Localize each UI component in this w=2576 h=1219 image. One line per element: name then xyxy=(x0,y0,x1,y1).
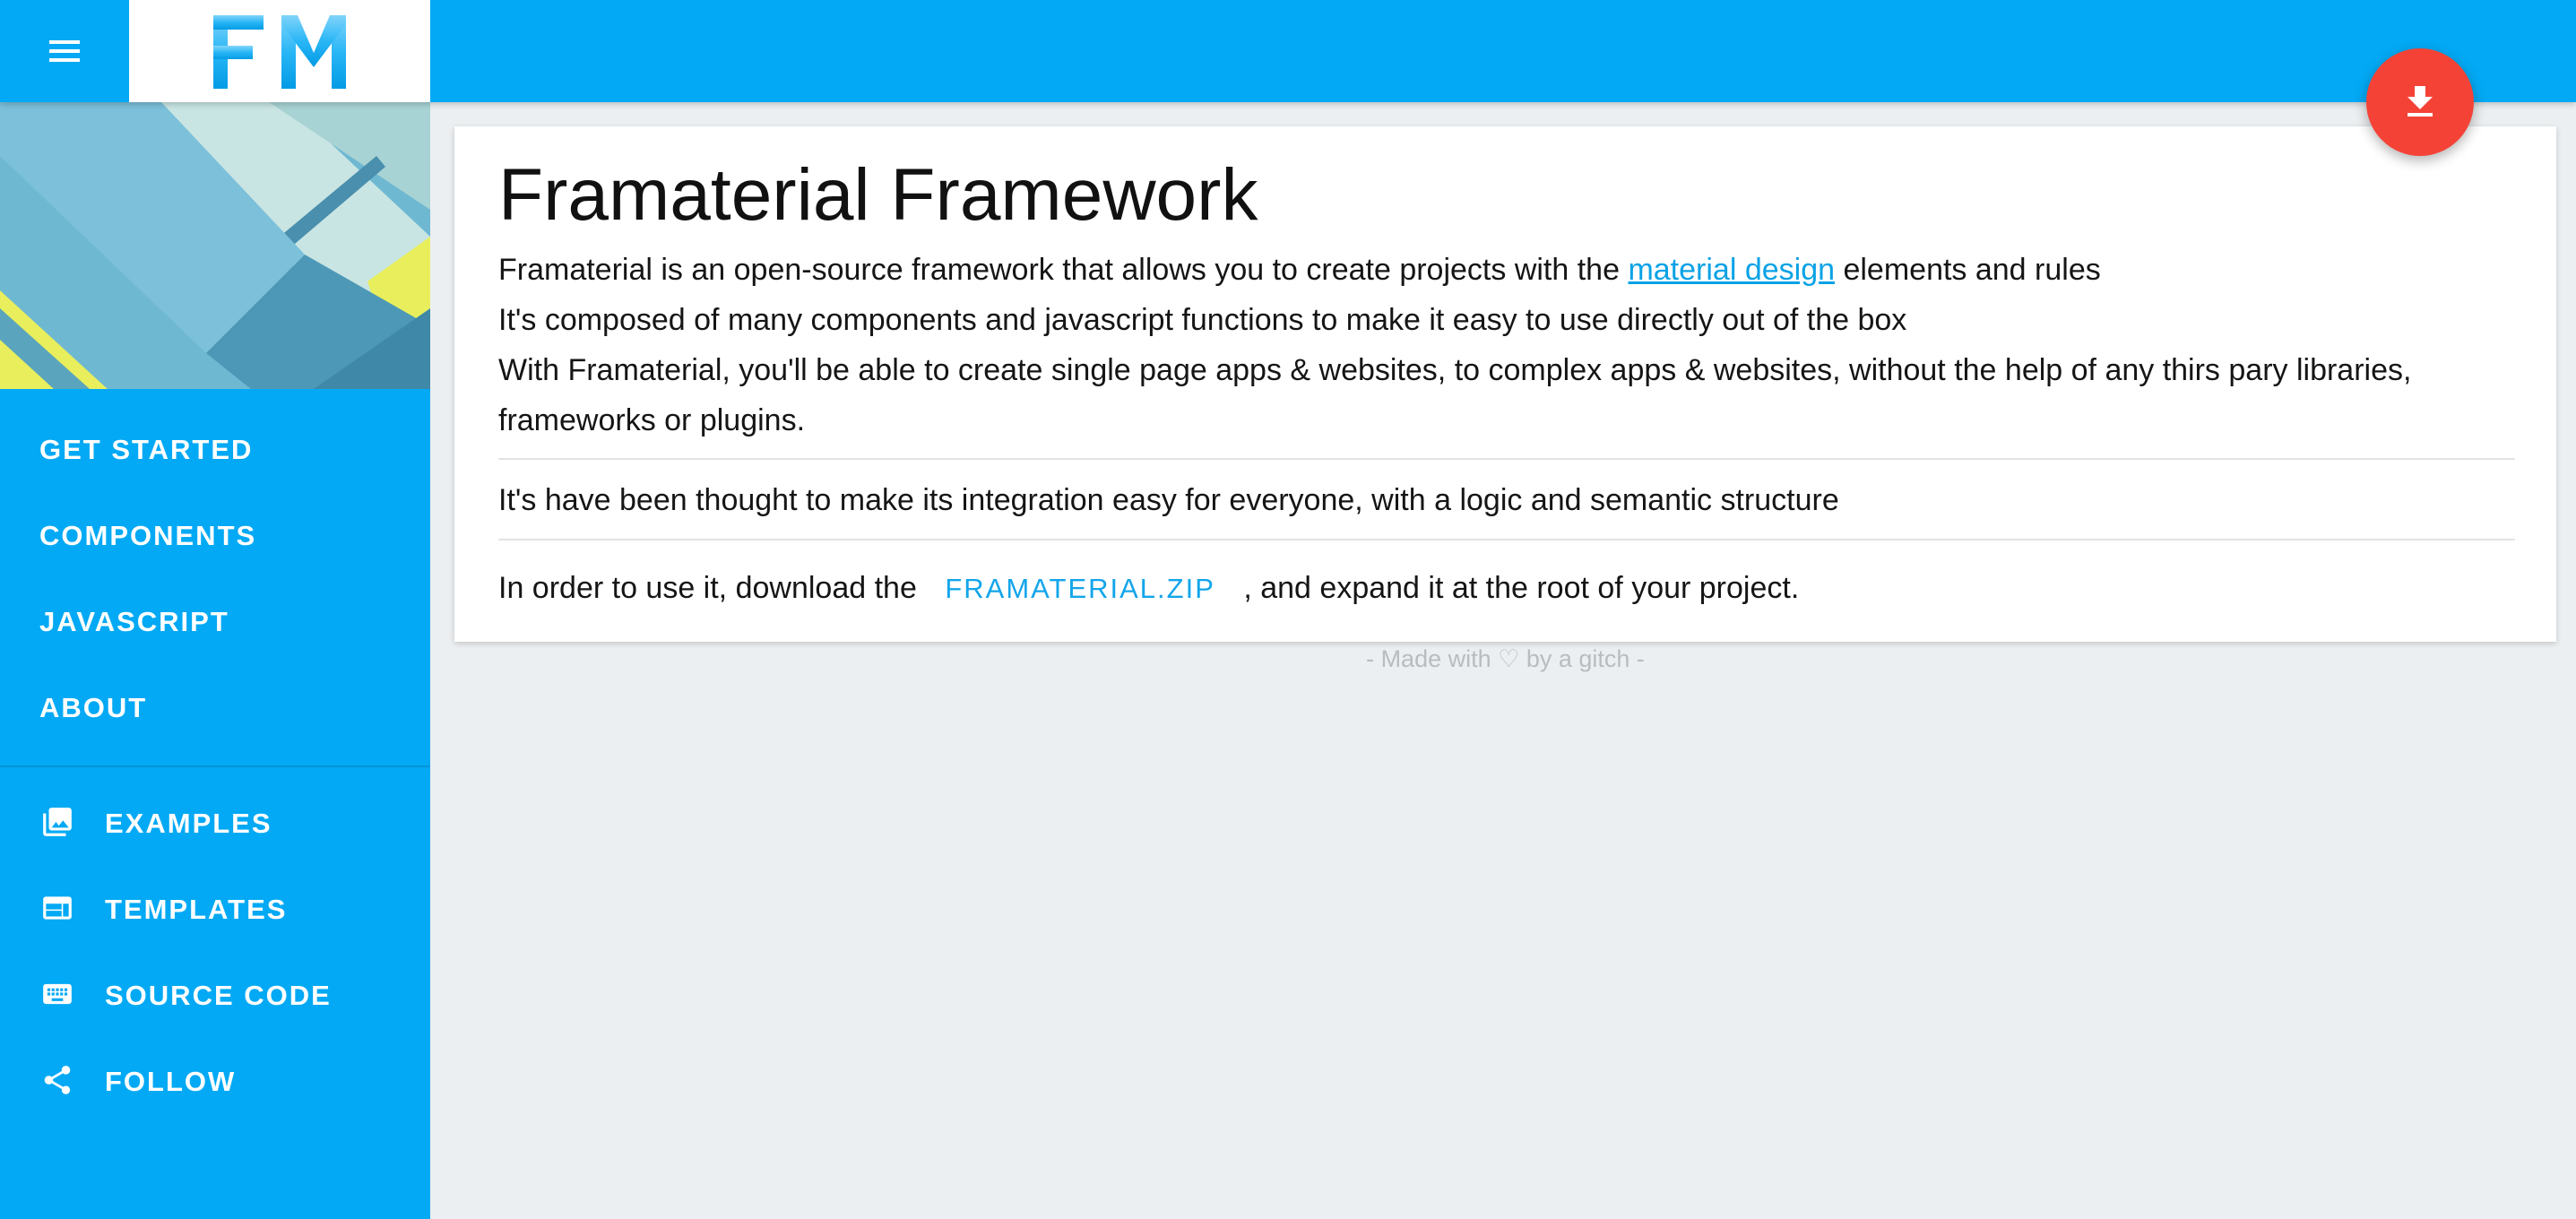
nav-item-label: JAVASCRIPT xyxy=(39,606,229,637)
download-paragraph: In order to use it, download the FRAMATE… xyxy=(498,563,2515,614)
nav-item-label: FOLLOW xyxy=(105,1066,237,1097)
share-icon xyxy=(39,1062,75,1098)
drawer-header-image xyxy=(0,102,430,389)
nav-item-source-code[interactable]: SOURCE CODE xyxy=(0,953,430,1039)
nav-item-label: EXAMPLES xyxy=(105,808,272,839)
material-design-link[interactable]: material design xyxy=(1628,253,1835,287)
download-text: In order to use it, download the xyxy=(498,571,926,605)
hamburger-menu-icon xyxy=(49,40,80,62)
section-divider xyxy=(498,539,2515,540)
footer-credit: - Made with ♡ by a gitch - xyxy=(1366,645,1645,672)
download-text-end: , and expand it at the root of your proj… xyxy=(1234,571,1800,605)
menu-button[interactable] xyxy=(0,0,129,102)
navigation-drawer: GET STARTED COMPONENTS JAVASCRIPT ABOUT … xyxy=(0,102,430,1219)
material-background-art xyxy=(0,102,430,389)
page-title: Framaterial Framework xyxy=(498,154,1258,236)
download-zip-button[interactable]: FRAMATERIAL.ZIP xyxy=(925,564,1235,614)
image-gallery-icon xyxy=(39,804,75,840)
intro-text-end: elements and rules xyxy=(1835,253,2101,287)
top-app-bar xyxy=(0,0,2576,102)
nav-item-label: ABOUT xyxy=(39,692,148,723)
fm-logo-mark xyxy=(213,15,346,89)
capabilities-paragraph: With Framaterial, you'll be able to crea… xyxy=(498,353,2412,437)
intro-text: Framaterial is an open-source framework … xyxy=(498,253,1629,287)
intro-paragraph: Framaterial is an open-source framework … xyxy=(498,245,2515,295)
nav-item-javascript[interactable]: JAVASCRIPT xyxy=(0,579,430,665)
nav-item-label: GET STARTED xyxy=(39,434,254,465)
section-divider xyxy=(498,458,2515,460)
nav-item-examples[interactable]: EXAMPLES xyxy=(0,781,430,867)
nav-item-about[interactable]: ABOUT xyxy=(0,665,430,751)
nav-item-label: COMPONENTS xyxy=(39,520,257,551)
keyboard-icon xyxy=(39,976,75,1012)
download-fab[interactable] xyxy=(2366,48,2474,156)
nav-item-follow[interactable]: FOLLOW xyxy=(0,1039,430,1125)
nav-item-components[interactable]: COMPONENTS xyxy=(0,493,430,579)
content-card: Framaterial Framework Framaterial is an … xyxy=(454,126,2556,642)
logo[interactable] xyxy=(129,0,430,102)
drawer-divider xyxy=(0,765,430,767)
download-icon xyxy=(2407,86,2433,117)
nav-item-label: TEMPLATES xyxy=(105,894,288,925)
nav-item-label: SOURCE CODE xyxy=(105,980,332,1011)
web-template-icon xyxy=(39,890,75,926)
components-paragraph: It's composed of many components and jav… xyxy=(498,303,1907,337)
nav-item-templates[interactable]: TEMPLATES xyxy=(0,867,430,953)
nav-item-get-started[interactable]: GET STARTED xyxy=(0,407,430,493)
integration-paragraph: It's have been thought to make its integ… xyxy=(498,483,1839,517)
